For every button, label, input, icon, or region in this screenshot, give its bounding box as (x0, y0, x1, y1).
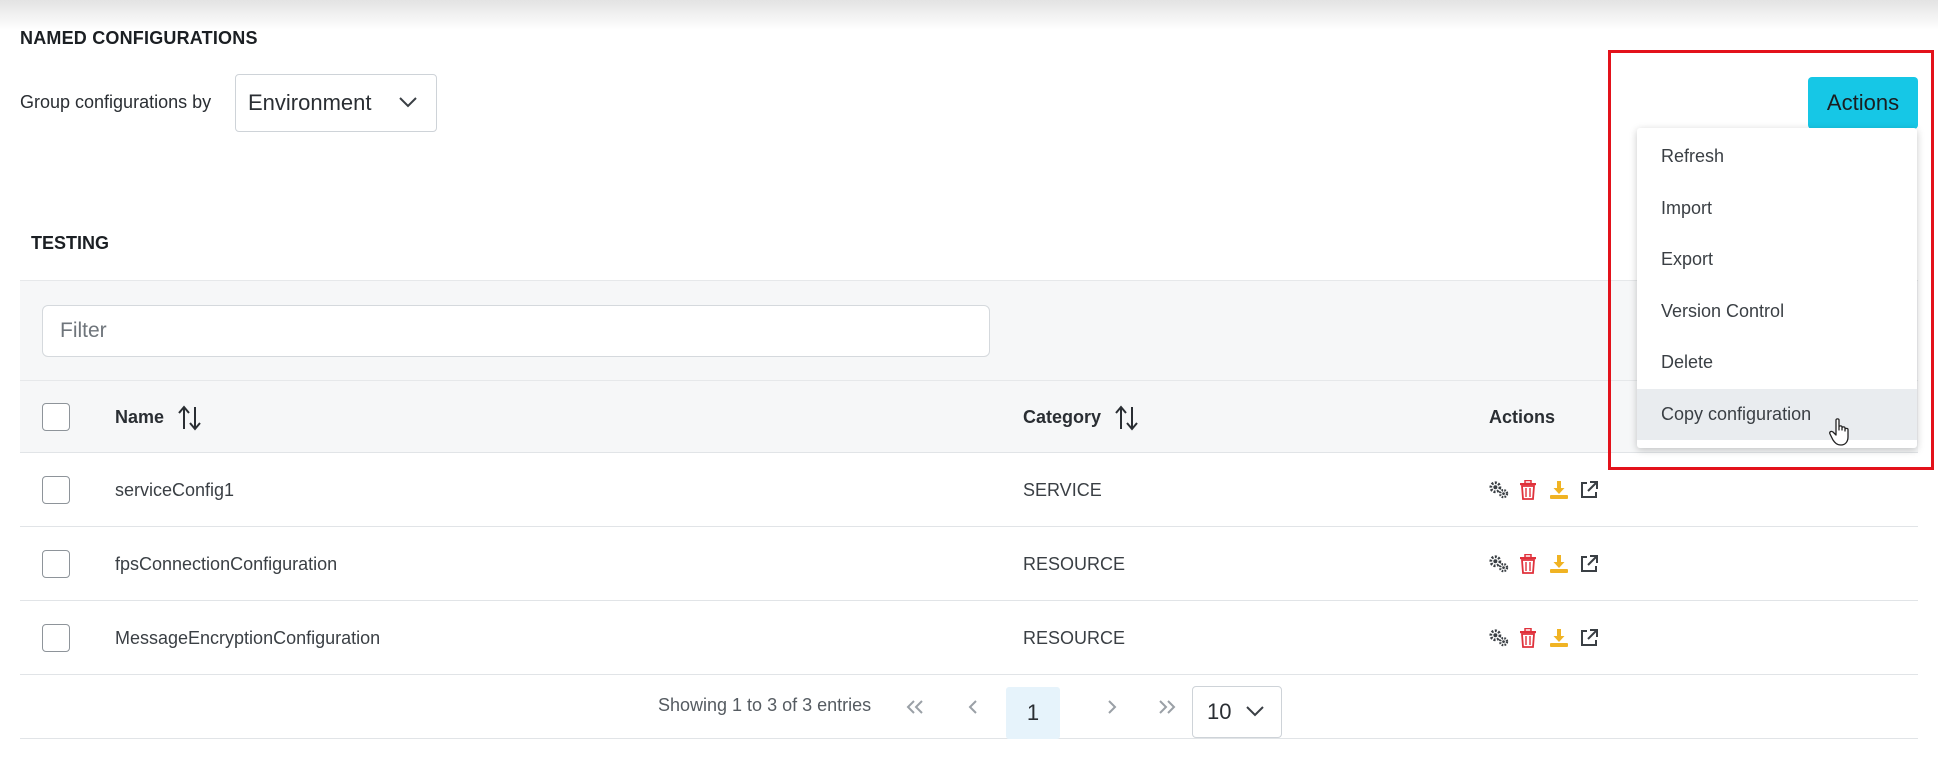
row-actions (1489, 601, 1599, 675)
select-all-checkbox[interactable] (42, 403, 70, 431)
group-title: TESTING (31, 233, 110, 253)
actions-button[interactable]: Actions (1808, 77, 1918, 129)
table-row: serviceConfig1 SERVICE (20, 453, 1918, 527)
chevron-down-icon (399, 97, 417, 108)
filter-input[interactable] (42, 305, 990, 357)
actions-dropdown-menu: Refresh Import Export Version Control De… (1637, 128, 1917, 448)
page-size-value: 10 (1207, 699, 1232, 724)
filter-bar (20, 280, 1918, 380)
next-page-icon[interactable] (1097, 692, 1127, 722)
menu-item-copy-configuration[interactable]: Copy configuration (1637, 388, 1917, 440)
table-header: Name Category Actions (20, 380, 1918, 453)
table-row: MessageEncryptionConfiguration RESOURCE (20, 601, 1918, 675)
settings-icon[interactable] (1489, 554, 1509, 574)
sort-icon (1115, 404, 1138, 431)
open-external-icon[interactable] (1579, 480, 1599, 500)
row-category: RESOURCE (1023, 627, 1126, 648)
open-external-icon[interactable] (1579, 554, 1599, 574)
page-number-current[interactable]: 1 (1006, 687, 1060, 739)
row-checkbox[interactable] (42, 624, 70, 652)
last-page-icon[interactable] (1152, 692, 1182, 722)
menu-item-import[interactable]: Import (1637, 183, 1917, 235)
settings-icon[interactable] (1489, 480, 1509, 500)
row-checkbox[interactable] (42, 550, 70, 578)
row-name: serviceConfig1 (115, 479, 235, 500)
group-by-label: Group configurations by (20, 92, 212, 112)
menu-item-export[interactable]: Export (1637, 234, 1917, 286)
delete-icon[interactable] (1519, 480, 1539, 500)
pagination: Showing 1 to 3 of 3 entries 1 10 (20, 675, 1918, 739)
header-name[interactable]: Name (115, 381, 202, 454)
header-category-label: Category (1023, 407, 1102, 427)
group-by-select[interactable]: Environment (235, 74, 437, 132)
prev-page-icon[interactable] (958, 692, 988, 722)
row-category: SERVICE (1023, 479, 1102, 500)
download-icon[interactable] (1549, 628, 1569, 648)
header-actions: Actions (1489, 407, 1556, 427)
header-name-label: Name (115, 407, 165, 427)
menu-item-version-control[interactable]: Version Control (1637, 286, 1917, 338)
row-actions (1489, 453, 1599, 527)
sort-icon (178, 404, 201, 431)
settings-icon[interactable] (1489, 628, 1509, 648)
hand-cursor-icon (1829, 418, 1849, 446)
header-category[interactable]: Category (1023, 381, 1139, 454)
delete-icon[interactable] (1519, 628, 1539, 648)
menu-item-delete[interactable]: Delete (1637, 337, 1917, 389)
download-icon[interactable] (1549, 554, 1569, 574)
table-row: fpsConnectionConfiguration RESOURCE (20, 527, 1918, 601)
download-icon[interactable] (1549, 480, 1569, 500)
configurations-table: Name Category Actions serviceConfig1 SER… (20, 280, 1918, 757)
first-page-icon[interactable] (900, 692, 930, 722)
pagination-summary: Showing 1 to 3 of 3 entries (658, 695, 872, 715)
row-category: RESOURCE (1023, 553, 1126, 574)
row-checkbox[interactable] (42, 476, 70, 504)
page-size-select[interactable]: 10 (1192, 686, 1282, 738)
menu-item-refresh[interactable]: Refresh (1637, 131, 1917, 183)
row-name: fpsConnectionConfiguration (115, 553, 338, 574)
group-by-value: Environment (248, 90, 372, 115)
row-actions (1489, 527, 1599, 601)
delete-icon[interactable] (1519, 554, 1539, 574)
top-shadow (0, 0, 1938, 30)
page-title: NAMED CONFIGURATIONS (20, 28, 258, 48)
chevron-down-icon (1246, 706, 1264, 717)
row-name: MessageEncryptionConfiguration (115, 627, 381, 648)
open-external-icon[interactable] (1579, 628, 1599, 648)
